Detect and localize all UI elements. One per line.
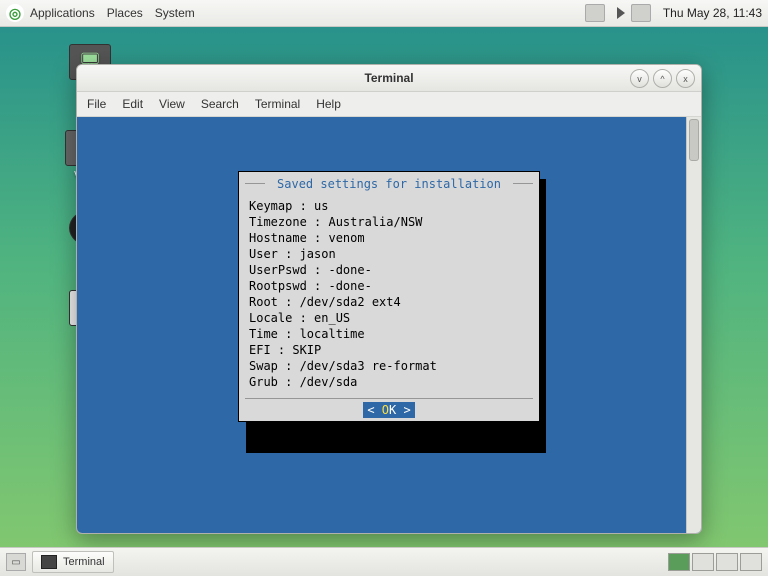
window-titlebar[interactable]: Terminal v ^ x [77,65,701,92]
workspace-2[interactable] [692,553,714,571]
network-icon[interactable] [631,4,651,22]
dialog-button-row: < OK > [245,398,533,421]
terminal-icon [41,555,57,569]
task-label: Terminal [63,556,105,568]
terminal-window: Terminal v ^ x File Edit View Search Ter… [76,64,702,534]
show-desktop-button[interactable]: ▭ [6,553,26,571]
workspace-1[interactable] [668,553,690,571]
dialog-title: Saved settings for installation [239,172,539,194]
bottom-panel: ▭ Terminal [0,547,768,576]
menu-system[interactable]: System [155,6,195,20]
workspace-3[interactable] [716,553,738,571]
terminal-menubar: File Edit View Search Terminal Help [77,92,701,117]
menu-applications[interactable]: Applications [30,6,95,20]
menu-edit[interactable]: Edit [122,97,143,111]
workspace-switcher[interactable] [668,553,762,571]
task-terminal[interactable]: Terminal [32,551,114,573]
menu-help[interactable]: Help [316,97,341,111]
clock[interactable]: Thu May 28, 11:43 [663,6,762,20]
distro-logo-icon[interactable]: ◎ [6,4,24,22]
menu-search[interactable]: Search [201,97,239,111]
terminal-scrollbar[interactable] [686,117,701,533]
volume-icon[interactable] [617,7,625,19]
workspace-4[interactable] [740,553,762,571]
top-menu: Applications Places System [30,6,195,20]
dialog-body: Keymap : us Timezone : Australia/NSW Hos… [239,194,539,398]
installer-dialog: Saved settings for installation Keymap :… [238,171,540,422]
update-manager-icon[interactable] [585,4,605,22]
top-panel: ◎ Applications Places System Thu May 28,… [0,0,768,27]
window-maximize-button[interactable]: ^ [653,69,672,88]
menu-terminal[interactable]: Terminal [255,97,300,111]
system-tray: Thu May 28, 11:43 [585,4,762,22]
window-minimize-button[interactable]: v [630,69,649,88]
terminal-viewport[interactable]: Saved settings for installation Keymap :… [77,117,701,533]
scrollbar-thumb[interactable] [689,119,699,161]
menu-places[interactable]: Places [107,6,143,20]
ok-button[interactable]: < OK > [363,402,414,418]
menu-view[interactable]: View [159,97,185,111]
window-close-button[interactable]: x [676,69,695,88]
menu-file[interactable]: File [87,97,106,111]
window-title: Terminal [364,71,413,85]
